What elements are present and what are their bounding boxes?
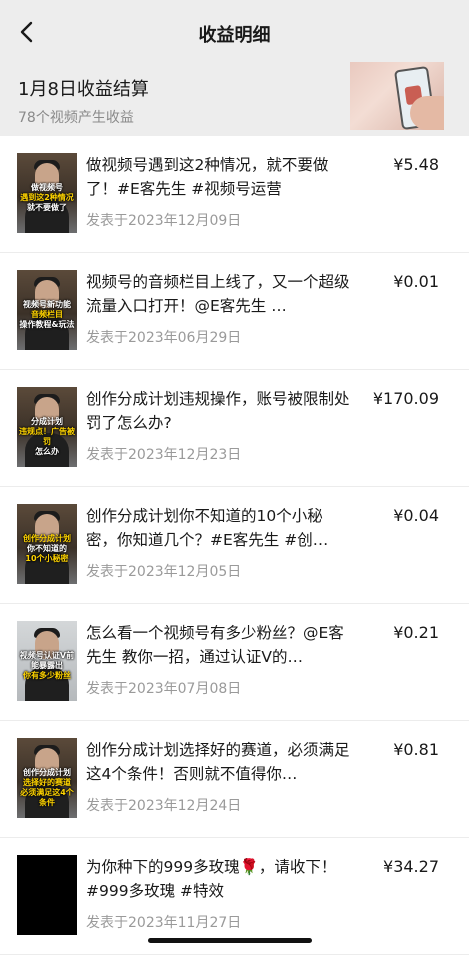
publish-date: 发表于2023年12月09日 [86,213,242,229]
earning-amount: ¥170.09 [372,389,439,408]
settlement-title: 1月8日收益结算 [18,79,149,100]
video-title: 视频号的音频栏目上线了，又一个超级流量入口打开！@E客先生 … [86,273,350,315]
publish-date: 发表于2023年11月27日 [86,915,242,931]
earning-amount: ¥0.81 [393,740,439,759]
publish-date: 发表于2023年07月08日 [86,681,242,697]
list-item[interactable]: 视频号认证V前 能暴露出 你有多少粉丝 怎么看一个视频号有多少粉丝？@E客先生 … [0,604,469,721]
video-title: 为你种下的999多玫瑰🌹，请收下！ #999多玫瑰 #特效 [86,858,337,900]
publish-date: 发表于2023年12月24日 [86,798,242,814]
earning-amount: ¥34.27 [383,857,439,876]
video-thumbnail: 视频号认证V前 能暴露出 你有多少粉丝 [17,621,77,701]
thumbnail-caption: 视频号认证V前 能暴露出 你有多少粉丝 [19,651,75,680]
thumbnail-caption: 视频号新功能 音频栏目 操作教程&玩法 [19,300,75,329]
home-indicator [148,938,312,943]
video-thumbnail: 分成计划 违规点！广告被罚 怎么办 [17,387,77,467]
list-item[interactable]: 创作分成计划 选择好的赛道 必须满足这4个条件 创作分成计划选择好的赛道，必须满… [0,721,469,838]
video-title: 怎么看一个视频号有多少粉丝？@E客先生 教你一招，通过认证V的… [86,624,344,666]
earning-amount: ¥0.04 [393,506,439,525]
list-item[interactable]: 视频号新功能 音频栏目 操作教程&玩法 视频号的音频栏目上线了，又一个超级流量入… [0,253,469,370]
settlement-thumbnail[interactable] [350,62,444,130]
video-thumbnail: 创作分成计划 选择好的赛道 必须满足这4个条件 [17,738,77,818]
video-thumbnail: 创作分成计划 你不知道的 10个小秘密 [17,504,77,584]
publish-date: 发表于2023年12月05日 [86,564,242,580]
publish-date: 发表于2023年12月23日 [86,447,242,463]
earnings-list: 做视频号 遇到这2种情况 就不要做了 做视频号遇到这2种情况，就不要做了！#E客… [0,136,469,955]
earning-amount: ¥5.48 [393,155,439,174]
video-thumbnail: 视频号新功能 音频栏目 操作教程&玩法 [17,270,77,350]
earning-amount: ¥0.01 [393,272,439,291]
earning-amount: ¥0.21 [393,623,439,642]
thumbnail-caption: 创作分成计划 选择好的赛道 必须满足这4个条件 [20,768,74,807]
video-title: 创作分成计划你不知道的10个小秘密，你知道几个？#E客先生 #创… [86,507,329,549]
settlement-subtitle: 78个视频产生收益 [18,110,134,126]
publish-date: 发表于2023年06月29日 [86,330,242,346]
video-thumbnail: 做视频号 遇到这2种情况 就不要做了 [17,153,77,233]
thumbnail-caption: 分成计划 违规点！广告被罚 怎么办 [19,417,75,456]
video-title: 做视频号遇到这2种情况，就不要做了！#E客先生 #视频号运营 [86,156,329,198]
video-title: 创作分成计划违规操作，账号被限制处罚了怎么办? [86,390,350,432]
list-item[interactable]: 做视频号 遇到这2种情况 就不要做了 做视频号遇到这2种情况，就不要做了！#E客… [0,136,469,253]
video-thumbnail [17,855,77,935]
page-title: 收益明细 [198,25,271,46]
video-title: 创作分成计划选择好的赛道，必须满足这4个条件！否则就不值得你… [86,741,350,783]
hand-image [410,96,444,130]
list-item[interactable]: 创作分成计划 你不知道的 10个小秘密 创作分成计划你不知道的10个小秘密，你知… [0,487,469,604]
top-bar: 收益明细 [0,0,469,62]
thumbnail-caption: 创作分成计划 你不知道的 10个小秘密 [23,534,71,563]
thumbnail-caption: 做视频号 遇到这2种情况 就不要做了 [20,183,74,212]
list-item[interactable]: 分成计划 违规点！广告被罚 怎么办 创作分成计划违规操作，账号被限制处罚了怎么办… [0,370,469,487]
